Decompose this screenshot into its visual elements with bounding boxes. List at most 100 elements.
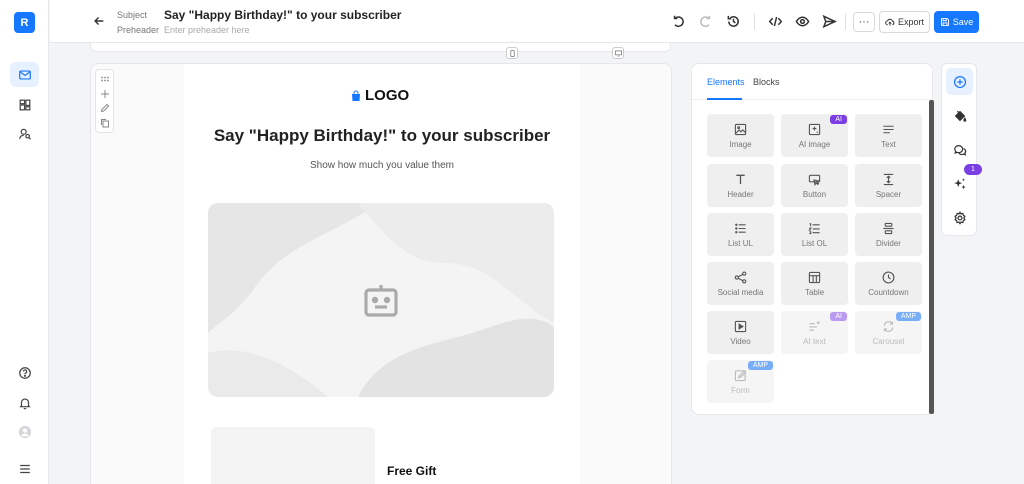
sidebar-item-campaigns[interactable] [10,62,39,87]
product-title[interactable]: Free Gift [387,464,436,478]
preheader-input[interactable]: Enter preheader here [164,25,250,35]
element-label: AI text [803,336,826,346]
email-subheading[interactable]: Show how much you value them [184,160,580,171]
form-icon [734,369,747,381]
video-icon [734,320,747,332]
ai-text-icon [809,320,820,331]
element-label: Button [802,189,827,199]
panel-tabs: Elements Blocks [692,64,932,100]
drag-handle-icon[interactable] [100,74,110,84]
export-label: Export [897,17,924,27]
element-label: Divider [876,238,901,248]
help-button[interactable] [10,360,39,385]
list-ol-icon [808,222,820,234]
comments-button[interactable] [946,136,973,163]
desktop-view-toggle[interactable] [612,47,624,59]
history-icon [727,15,739,27]
eye-icon [795,16,810,27]
history-button[interactable] [726,14,741,29]
back-arrow-icon[interactable] [92,14,106,28]
element-header[interactable]: Header [707,164,774,207]
redo-icon [700,15,711,28]
element-spacer[interactable]: Spacer [855,164,922,207]
ai-badge: AI [830,115,847,124]
email-logo[interactable]: LOGO [350,87,409,104]
more-button[interactable]: ··· [853,12,875,32]
bell-icon [18,397,31,409]
element-divider[interactable]: Divider [855,213,922,256]
element-carousel[interactable]: AMP Carousel [855,311,922,354]
paint-bucket-icon [954,110,966,122]
element-label: Form [731,385,750,395]
styles-button[interactable] [946,102,973,129]
code-button[interactable] [768,14,783,29]
app-logo[interactable]: R [14,12,35,33]
element-video[interactable]: Video [707,311,774,354]
save-icon [940,18,949,26]
user-avatar[interactable] [10,419,39,444]
help-icon [18,366,31,379]
sidebar-item-templates[interactable] [10,92,39,117]
mobile-view-toggle[interactable] [506,47,518,59]
ai-badge: AI [830,312,847,321]
email-body: LOGO Say "Happy Birthday!" to your subsc… [184,64,580,484]
left-sidebar: R [0,0,49,484]
copy-icon[interactable] [100,118,110,128]
menu-button[interactable] [10,456,39,481]
panel-scrollbar[interactable] [929,100,934,414]
element-list-ul[interactable]: List UL [707,213,774,256]
text-icon [883,125,894,133]
save-button[interactable]: Save [934,11,979,33]
element-form[interactable]: AMP Form [707,360,774,403]
element-label: Video [730,336,751,346]
element-table[interactable]: Table [781,262,848,305]
edit-icon[interactable] [100,103,110,113]
element-ai-image[interactable]: AI AI image [781,114,848,157]
element-label: Text [881,139,896,149]
notifications-button[interactable] [10,390,39,415]
chat-icon [953,144,966,156]
settings-button[interactable] [946,204,973,231]
undo-icon [673,15,684,28]
header-icon [736,174,745,184]
add-element-button[interactable] [946,68,973,95]
spacer-icon [883,173,894,185]
subject-input[interactable]: Say "Happy Birthday!" to your subscriber [164,8,401,22]
divider-icon [883,222,894,234]
active-tab-indicator [707,98,742,100]
element-text[interactable]: Text [855,114,922,157]
subject-label: Subject [117,10,148,20]
redo-button[interactable] [698,14,713,29]
element-label: Social media [717,287,764,297]
hero-image-placeholder[interactable] [208,203,554,397]
tab-elements[interactable]: Elements [707,77,745,87]
email-heading[interactable]: Say "Happy Birthday!" to your subscriber [184,126,580,146]
previous-section-strip [90,43,671,52]
undo-button[interactable] [671,14,686,29]
right-toolbar: 1 [941,63,982,236]
element-social-media[interactable]: Social media [707,262,774,305]
preview-button[interactable] [795,14,810,29]
image-icon [734,123,747,135]
add-icon[interactable] [100,89,110,99]
shopping-bag-icon [352,90,360,101]
element-ai-text[interactable]: AI AI text [781,311,848,354]
export-button[interactable]: Export [879,11,930,33]
element-list-ol[interactable]: List OL [781,213,848,256]
top-bar: Subject Preheader Say "Happy Birthday!" … [50,0,1024,43]
block-toolbar [95,69,114,133]
send-test-button[interactable] [822,14,837,29]
preheader-label: Preheader [117,25,160,35]
amp-badge: AMP [895,312,921,321]
code-icon [768,16,783,27]
element-countdown[interactable]: Countdown [855,262,922,305]
tab-blocks[interactable]: Blocks [753,77,780,87]
product-image-placeholder[interactable] [211,427,375,484]
email-canvas[interactable]: LOGO Say "Happy Birthday!" to your subsc… [90,63,672,484]
element-button[interactable]: Button [781,164,848,207]
sidebar-item-contacts[interactable] [10,121,39,146]
element-label: List OL [801,238,828,248]
element-label: Carousel [872,336,905,346]
mobile-icon [509,49,515,57]
element-image[interactable]: Image [707,114,774,157]
